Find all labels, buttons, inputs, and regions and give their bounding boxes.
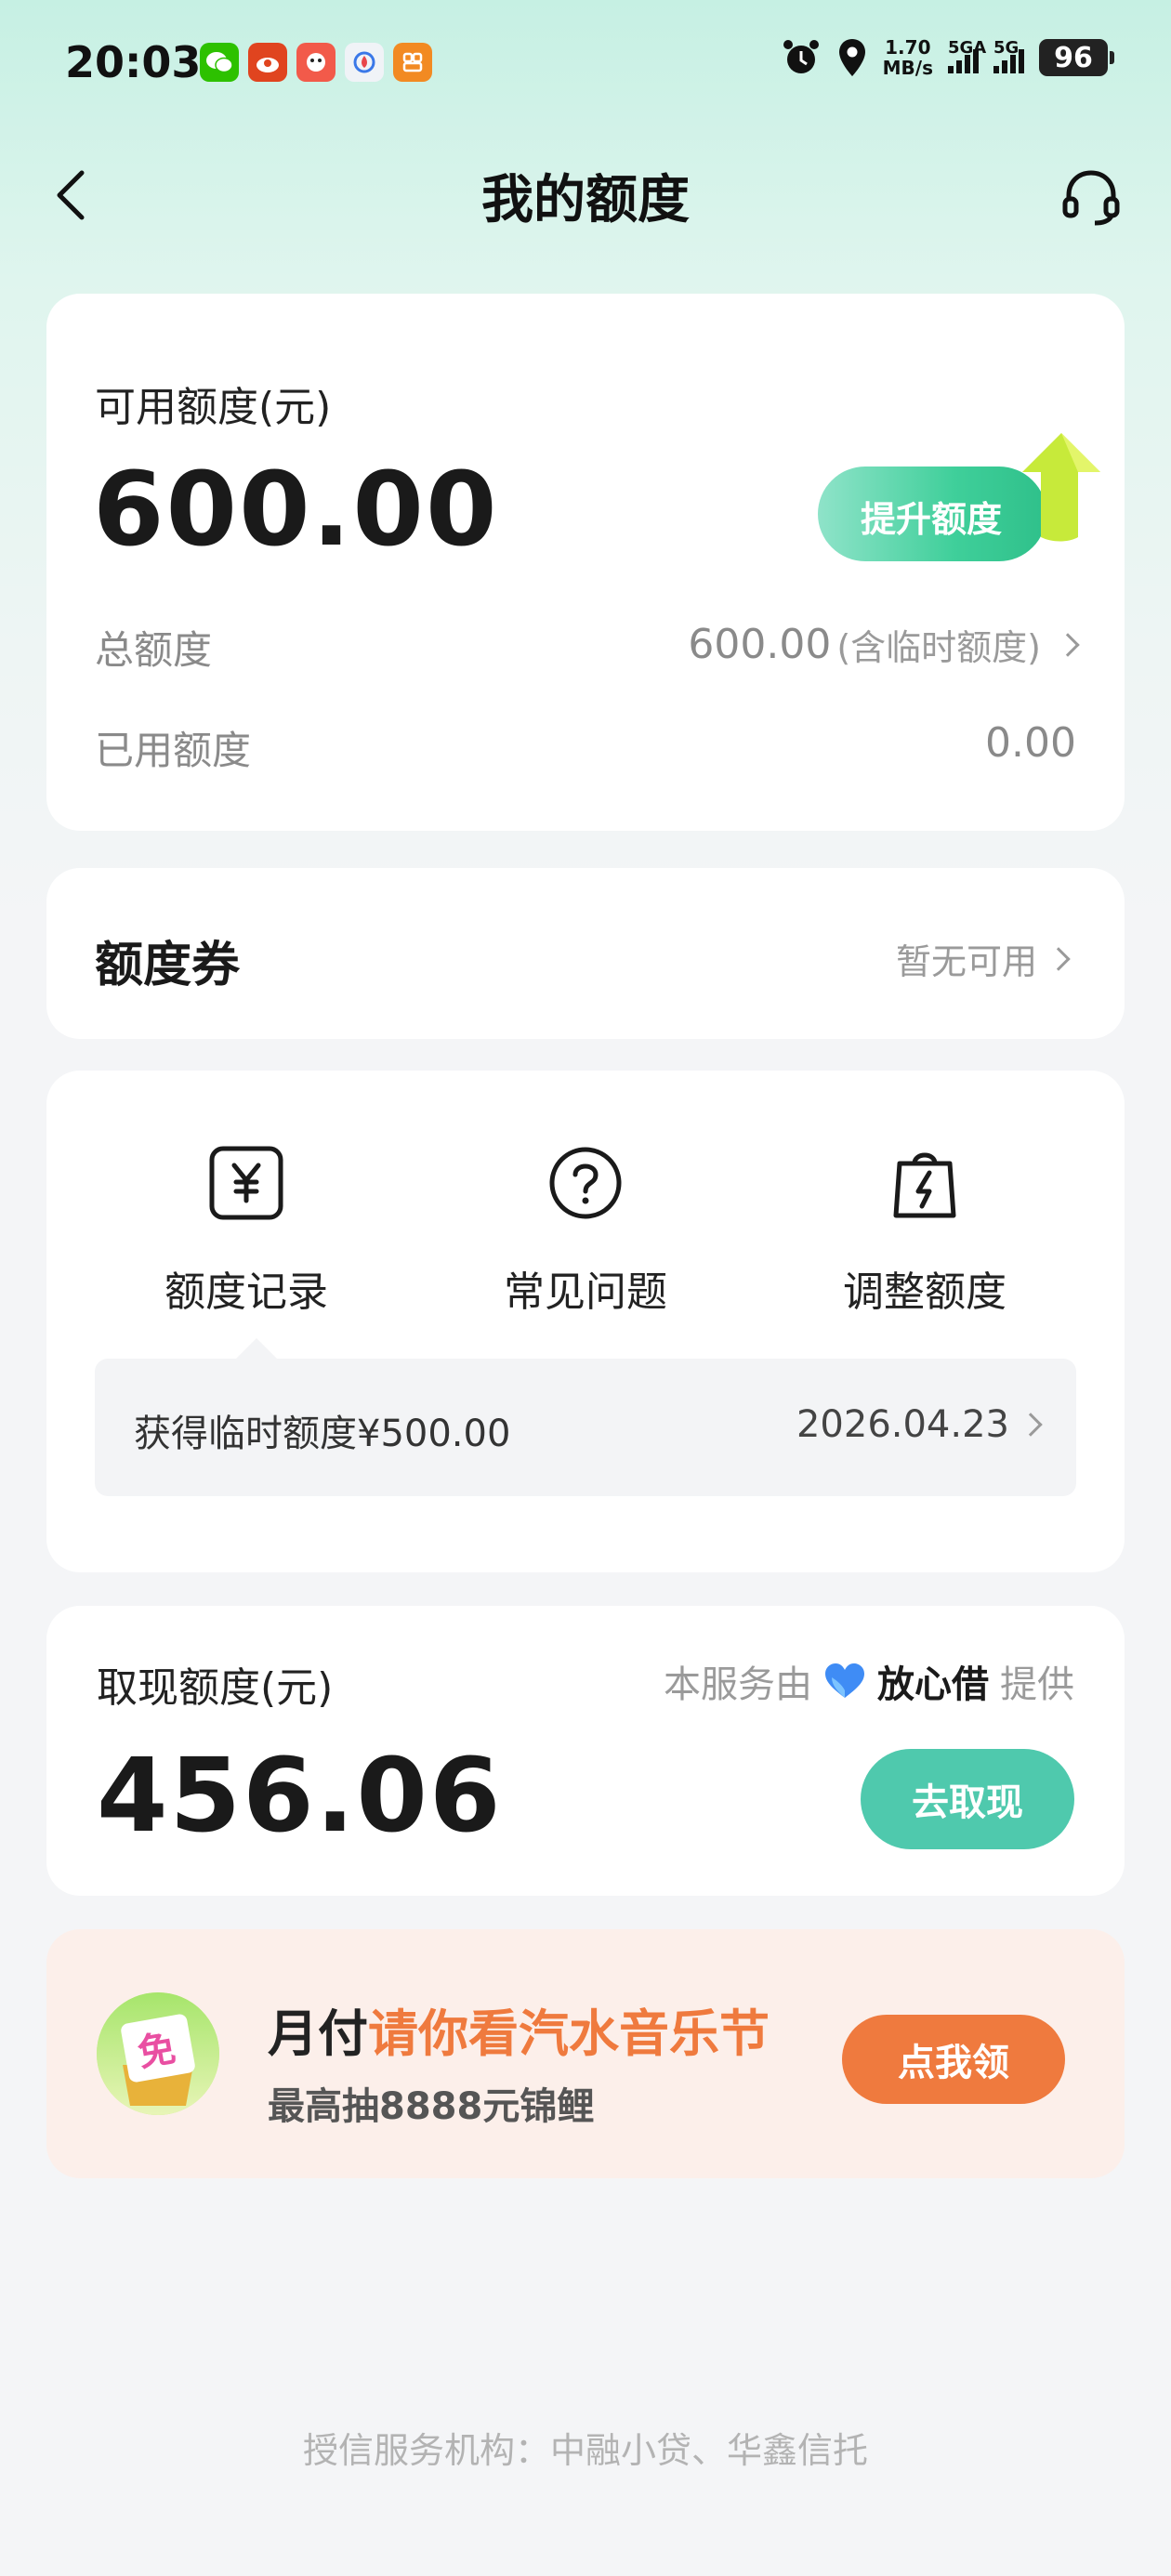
cash-amount: 456.06: [97, 1736, 503, 1855]
cash-card: 取现额度(元) 本服务由 放心借 提供 456.06 去取现: [46, 1606, 1125, 1896]
promo-title: 月付请你看汽水音乐节: [268, 1992, 770, 2066]
network-speed: 1.70 MB/s: [883, 37, 933, 78]
signal-label: 5G: [993, 38, 1020, 58]
free-ticket-icon: 免: [97, 1992, 219, 2115]
notice-date-text: 2026.04.23: [796, 1403, 1009, 1446]
faq-label: 常见问题: [504, 1268, 667, 1316]
provider-suffix: 提供: [1000, 1663, 1074, 1706]
speed-value: 1.70: [885, 36, 931, 59]
app-icon-blue: [345, 43, 384, 82]
notification-icons: [200, 43, 432, 82]
status-indicators: 1.70 MB/s 5GA 5G 96: [781, 37, 1114, 78]
coupon-status-text: 暂无可用: [895, 941, 1037, 982]
coupon-status: 暂无可用: [895, 933, 1071, 984]
nav-bar: 我的额度: [0, 139, 1171, 251]
app-icon-red-2: [296, 43, 336, 82]
total-credit-note: (含临时额度): [836, 627, 1041, 668]
promo-title-prefix: 月付: [268, 2004, 368, 2063]
credit-record-button[interactable]: 额度记录: [116, 1145, 376, 1318]
total-credit-value: 600.00: [688, 621, 832, 668]
signal-5ga: 5GA: [948, 38, 986, 73]
heart-logo-icon: [825, 1663, 864, 1698]
provider-prefix: 本服务由: [664, 1663, 812, 1706]
coupon-card[interactable]: 额度券 暂无可用: [46, 868, 1125, 1039]
question-icon: [549, 1147, 622, 1219]
quick-actions-card: 额度记录 常见问题 调整额度 获得临时额度¥500.00 2026.04.23: [46, 1071, 1125, 1572]
promo-badge: 免: [135, 2027, 178, 2075]
cash-label: 取现额度(元): [97, 1664, 334, 1712]
provider-brand: 放心借: [877, 1663, 989, 1706]
page-title: 我的额度: [481, 170, 690, 230]
temp-credit-notice[interactable]: 获得临时额度¥500.00 2026.04.23: [95, 1338, 1076, 1496]
status-time: 20:03: [65, 37, 202, 87]
customer-service-button[interactable]: [1058, 164, 1125, 230]
available-credit-label: 可用额度(元): [95, 384, 332, 431]
bag-bolt-icon: [893, 1152, 956, 1218]
notice-date: 2026.04.23: [796, 1403, 1043, 1446]
wechat-icon: [200, 43, 239, 82]
adjust-credit-label: 调整额度: [843, 1268, 1007, 1316]
footer-institutions: 授信服务机构：中融小贷、华鑫信托: [302, 2430, 868, 2471]
notice-text: 获得临时额度¥500.00: [134, 1413, 511, 1455]
status-bar: 20:03 1.70 MB/s 5GA 5G 96: [0, 0, 1171, 130]
promo-subtitle: 最高抽8888元锦鲤: [268, 2085, 595, 2128]
faq-button[interactable]: 常见问题: [455, 1145, 716, 1318]
yen-record-icon: [209, 1146, 283, 1220]
available-credit-amount: 600.00: [93, 450, 499, 569]
chevron-right-icon: [1019, 1413, 1043, 1437]
credit-card: 可用额度(元) 600.00 提升额度 总额度 600.00 (含临时额度) 已…: [46, 294, 1125, 831]
chevron-right-icon: [1056, 632, 1080, 657]
alarm-icon: [783, 40, 819, 73]
total-credit-row[interactable]: 600.00 (含临时额度): [688, 619, 1080, 670]
chevron-right-icon: [1046, 946, 1071, 971]
battery-indicator: 96: [1039, 39, 1114, 76]
app-icon-orange: [393, 43, 432, 82]
speed-unit: MB/s: [882, 57, 933, 79]
promo-banner[interactable]: 免 月付请你看汽水音乐节 最高抽8888元锦鲤 点我领: [46, 1929, 1125, 2178]
signal-5g: 5G: [993, 38, 1024, 73]
adjust-credit-button[interactable]: 调整额度: [795, 1145, 1055, 1318]
used-credit-label: 已用额度: [95, 728, 252, 773]
raise-credit-label: 提升额度: [861, 499, 1003, 540]
location-icon: [838, 39, 865, 76]
claim-button[interactable]: 点我领: [842, 2015, 1065, 2104]
credit-record-label: 额度记录: [164, 1268, 328, 1316]
headset-icon: [1062, 170, 1120, 226]
cash-provider: 本服务由 放心借 提供: [664, 1654, 1074, 1708]
used-credit-value: 0.00: [985, 719, 1076, 767]
signal-label: 5GA: [948, 38, 987, 58]
total-credit-label: 总额度: [95, 627, 213, 673]
promo-title-highlight: 请你看汽水音乐节: [368, 2004, 770, 2063]
up-arrow-icon: [1022, 433, 1100, 542]
app-icon-red-1: [248, 43, 287, 82]
raise-credit-button[interactable]: 提升额度: [818, 433, 1100, 561]
coupon-title: 额度券: [95, 938, 241, 993]
withdraw-button[interactable]: 去取现: [861, 1749, 1074, 1849]
